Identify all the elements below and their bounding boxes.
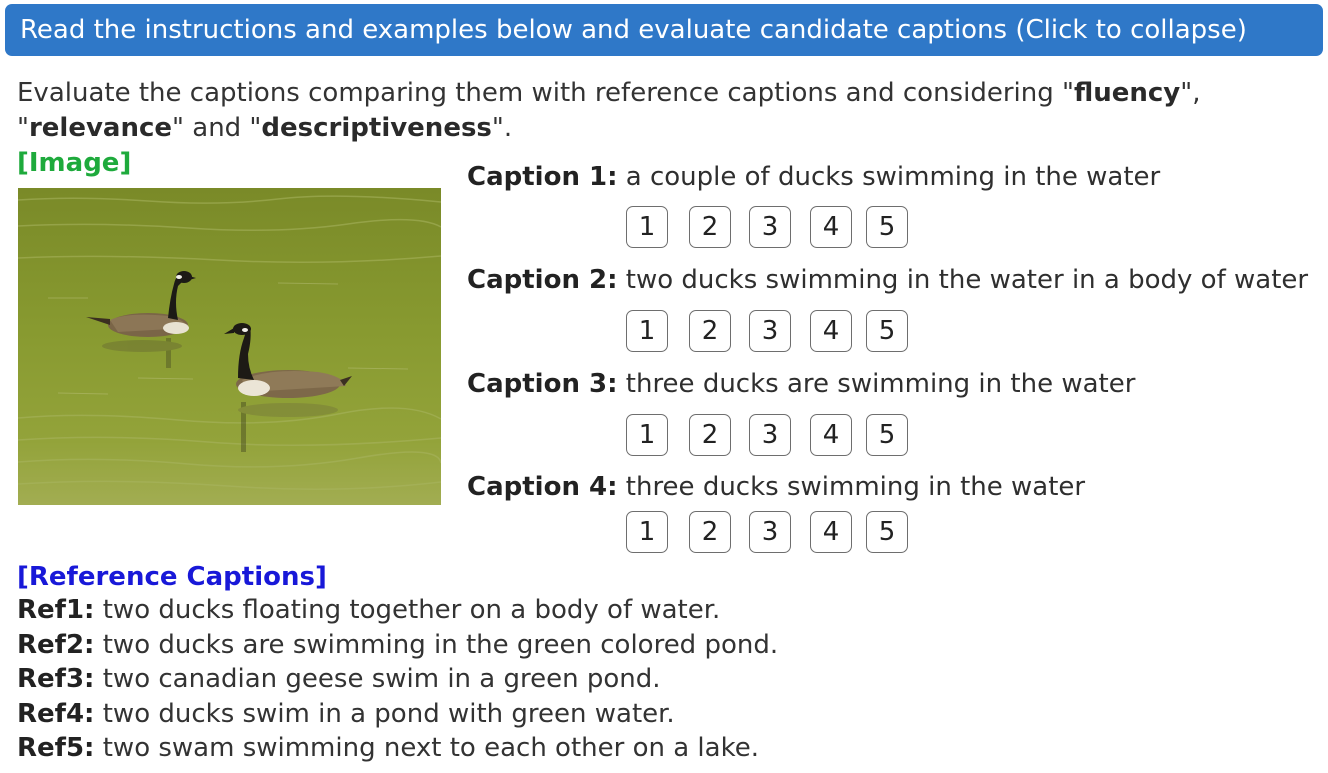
reference-caption-1: Ref1: two ducks floating together on a b…: [17, 595, 721, 625]
criterion-fluency: fluency: [1073, 78, 1181, 108]
caption-4-rate-3-button[interactable]: 3: [749, 511, 791, 553]
caption-1-rate-4-button[interactable]: 4: [810, 206, 852, 248]
caption-4: Caption 4: three ducks swimming in the w…: [467, 472, 1086, 502]
caption-1-rate-2-button[interactable]: 2: [689, 206, 731, 248]
caption-2-rate-1-button[interactable]: 1: [626, 310, 668, 352]
caption-3: Caption 3: three ducks are swimming in t…: [467, 369, 1136, 399]
caption-3-rate-3-button[interactable]: 3: [749, 414, 791, 456]
caption-1-rate-3-button[interactable]: 3: [749, 206, 791, 248]
caption-4-rate-2-button[interactable]: 2: [689, 511, 731, 553]
caption-1-rate-1-button[interactable]: 1: [626, 206, 668, 248]
reference-captions-title: [Reference Captions]: [17, 562, 327, 592]
caption-3-rate-5-button[interactable]: 5: [866, 414, 908, 456]
criterion-descriptiveness: descriptiveness: [261, 113, 492, 143]
caption-1-rate-5-button[interactable]: 5: [866, 206, 908, 248]
caption-3-rate-1-button[interactable]: 1: [626, 414, 668, 456]
caption-4-rate-5-button[interactable]: 5: [866, 511, 908, 553]
criterion-relevance: relevance: [28, 113, 173, 143]
caption-2-rate-3-button[interactable]: 3: [749, 310, 791, 352]
instructions-text: Evaluate the captions comparing them wit…: [17, 78, 1201, 143]
caption-2-rate-5-button[interactable]: 5: [866, 310, 908, 352]
collapse-instructions-header[interactable]: Read the instructions and examples below…: [5, 4, 1323, 56]
caption-2-rate-4-button[interactable]: 4: [810, 310, 852, 352]
caption-3-rate-4-button[interactable]: 4: [810, 414, 852, 456]
reference-caption-3: Ref3: two canadian geese swim in a green…: [17, 664, 661, 694]
caption-1: Caption 1: a couple of ducks swimming in…: [467, 162, 1161, 192]
reference-caption-5: Ref5: two swam swimming next to each oth…: [17, 733, 759, 763]
caption-4-rate-4-button[interactable]: 4: [810, 511, 852, 553]
caption-4-rate-1-button[interactable]: 1: [626, 511, 668, 553]
caption-3-rate-2-button[interactable]: 2: [689, 414, 731, 456]
image-section-label: [Image]: [17, 148, 132, 178]
reference-caption-4: Ref4: two ducks swim in a pond with gree…: [17, 699, 675, 729]
reference-caption-2: Ref2: two ducks are swimming in the gree…: [17, 630, 779, 660]
caption-2: Caption 2: two ducks swimming in the wat…: [467, 265, 1309, 295]
caption-2-rate-2-button[interactable]: 2: [689, 310, 731, 352]
duck-photo: [18, 188, 441, 505]
